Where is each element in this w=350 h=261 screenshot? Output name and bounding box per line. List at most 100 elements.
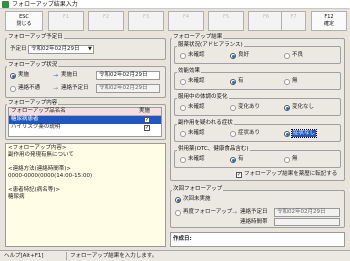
contact-date-field[interactable]: 令和02年02月29日	[96, 84, 160, 93]
result-option-label: 未確認	[188, 156, 205, 162]
status-done-label: 実施	[18, 72, 30, 78]
creator-label: 作成日:	[173, 236, 192, 242]
status-unreachable-radio[interactable]	[10, 86, 16, 92]
fkey-button-f3[interactable]: F3	[128, 11, 164, 31]
fkey-button-f6[interactable]: F6	[248, 11, 284, 31]
fkey-button-f12[interactable]: F12 確定	[311, 11, 347, 31]
result-option-radio[interactable]	[284, 157, 290, 163]
plan-row-name: 糖尿病患者	[11, 116, 39, 122]
result-option-label: 良好	[238, 52, 250, 58]
result-option-radio[interactable]	[230, 79, 236, 85]
app-icon	[2, 1, 9, 8]
result-option-label: 無	[292, 156, 298, 162]
result-section-title: 服薬状況(アドヒアランス)	[177, 42, 244, 49]
status-unreachable-label: 連絡不通	[18, 85, 41, 91]
result-option-radio[interactable]	[180, 131, 186, 137]
result-option-label: 不良	[292, 52, 304, 58]
result-option-radio[interactable]	[284, 131, 290, 137]
result-option-radio[interactable]	[230, 105, 236, 111]
next-group-label: 次回フォローアップ	[172, 186, 224, 193]
next-time-label: 連絡時間帯	[240, 219, 268, 225]
next-again-label: 再度フォローアップ	[183, 209, 233, 215]
done-date-value: 令和02年02月29日	[99, 72, 148, 78]
memo-line	[8, 180, 163, 187]
plan-list-header: フォローアップ品名名 実施	[9, 108, 161, 116]
fkey-button-f4[interactable]: F4	[168, 11, 204, 31]
help-text: ヘルプ[Alt+F1]	[4, 253, 44, 259]
fkey-label: F12	[324, 14, 334, 20]
fkey-caption: 確定	[323, 21, 334, 27]
fkey-caption: 閉じる	[16, 21, 32, 27]
result-option-label: 変化なし	[292, 104, 315, 110]
result-option-label: 有	[238, 156, 244, 162]
arrow-right-icon: →	[53, 72, 59, 79]
next-time-field[interactable]	[274, 218, 340, 226]
result-option-radio[interactable]	[230, 157, 236, 163]
plan-row-check[interactable]: ✓	[144, 117, 150, 123]
planned-date-label: 予定日	[10, 46, 27, 52]
result-section-title: 服用中の体調の変化	[177, 94, 229, 101]
result-option-label: 未確認	[188, 104, 205, 110]
fkey-button-f2[interactable]: F2	[88, 11, 124, 31]
result-option-radio[interactable]	[284, 105, 290, 111]
results-group-label: フォローアップ結果	[172, 34, 224, 41]
result-option-label: 症状あり	[238, 130, 261, 136]
fkey-button-f5[interactable]: F5	[208, 11, 244, 31]
memo-line: <フォローアップ内容>	[8, 145, 67, 151]
result-section-title: 副作用を疑われる症状	[177, 120, 234, 127]
arrow-right-icon: →	[53, 85, 59, 92]
result-section-title: 効能効果	[177, 68, 202, 75]
status-message: フォローアップ結果を入力します。	[70, 253, 158, 259]
memo-line: <患者特記(病名等)>	[8, 187, 61, 193]
contact-date-label: 連絡予定日	[61, 85, 89, 91]
result-option-label: 未確認	[188, 78, 205, 84]
result-option-radio[interactable]	[230, 131, 236, 137]
result-option-radio[interactable]	[180, 105, 186, 111]
table-row[interactable]: ハイリスク薬の説明 ✓	[9, 124, 161, 132]
next-date-field[interactable]: 令和02年02月29日	[274, 208, 340, 217]
plan-list-table: フォローアップ品名名 実施 糖尿病患者 ✓ ハイリスク薬の説明 ✓	[8, 107, 162, 137]
result-option-label: 症状なし	[290, 129, 318, 138]
memo-line: 0000-0000(0000(14:00-15:00)	[8, 173, 93, 179]
result-option-radio[interactable]	[284, 53, 290, 59]
planned-date-value: 令和02年02月29日	[31, 46, 80, 52]
result-option-radio[interactable]	[230, 53, 236, 59]
result-option-label: 変化あり	[238, 104, 261, 110]
memo-area[interactable]: <フォローアップ内容> 副作用の発現有無について <連絡方法(連絡時間帯)> 0000…	[5, 143, 166, 247]
fkey-button-esc[interactable]: ESC 閉じる	[5, 11, 43, 31]
next-again-radio[interactable]	[175, 210, 181, 216]
contact-date-value: 令和02年02月29日	[99, 85, 148, 91]
window-title: フォローアップ結果入力	[12, 1, 78, 8]
creator-field[interactable]: 作成日:	[170, 232, 345, 247]
table-row[interactable]: 糖尿病患者 ✓	[9, 116, 161, 124]
memo-line: <連絡方法(連絡時間帯)>	[8, 166, 72, 172]
result-option-radio[interactable]	[284, 79, 290, 85]
fkey-label: F6	[262, 14, 270, 20]
fkey-button-f7[interactable]: F7	[281, 11, 306, 31]
fkey-label: F1	[62, 14, 70, 20]
next-none-radio[interactable]	[175, 197, 181, 203]
result-option-radio[interactable]	[180, 157, 186, 163]
fkey-button-f1[interactable]: F1	[48, 11, 84, 31]
status-divider	[66, 252, 67, 260]
status-done-radio[interactable]	[10, 73, 16, 79]
result-option-label: 未確認	[188, 52, 205, 58]
result-option-label: 未確認	[188, 130, 205, 136]
memo-line: 副作用の発現有無について	[8, 152, 74, 158]
next-date-value: 令和02年02月29日	[277, 209, 326, 215]
memo-text: <フォローアップ内容> 副作用の発現有無について <連絡方法(連絡時間帯)> 0000…	[8, 145, 163, 201]
dropdown-arrow-icon[interactable]: ▼	[88, 46, 92, 53]
result-section-title: 併用薬(OTC、健康食品含む)	[177, 146, 250, 153]
planned-date-group-label: フォローアップ予定日	[7, 34, 64, 41]
plan-row-check[interactable]: ✓	[144, 125, 150, 131]
result-option-radio[interactable]	[180, 79, 186, 85]
fkey-label: F2	[102, 14, 110, 20]
fkey-label: F7	[290, 14, 297, 20]
reprint-checkbox[interactable]: ✓	[236, 172, 242, 178]
done-date-field[interactable]: 令和02年02月29日	[96, 71, 160, 80]
result-option-label: 無	[292, 78, 298, 84]
result-option-label: 有	[238, 78, 244, 84]
planned-date-field[interactable]: 令和02年02月29日	[28, 45, 94, 54]
result-option-radio[interactable]	[180, 53, 186, 59]
fkey-label: F3	[142, 14, 150, 20]
